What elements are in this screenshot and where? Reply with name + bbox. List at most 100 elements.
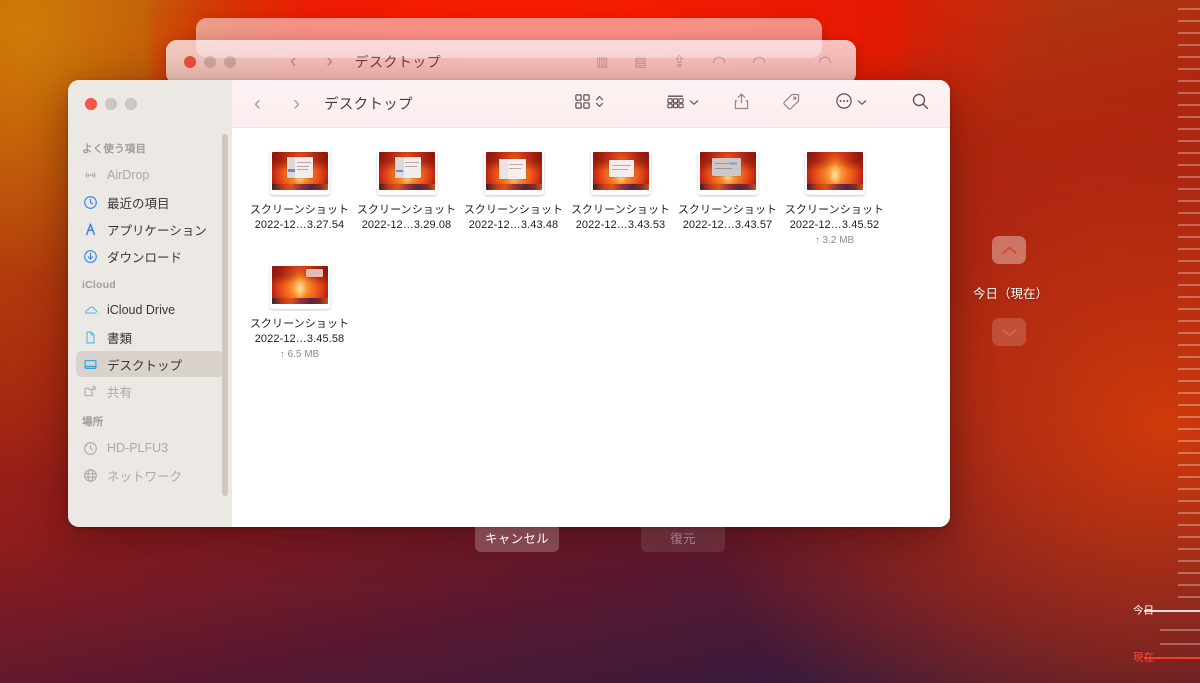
timemachine-current-date: 今日（現在） — [973, 287, 1049, 301]
timeline-tick — [1178, 248, 1200, 250]
timeline-tick — [1178, 92, 1200, 94]
sidebar-item-hd-plfu3[interactable]: HD-PLFU3 — [76, 435, 224, 461]
file-thumbnail — [376, 150, 437, 195]
file-name: スクリーンショット 2022-12…3.45.52 — [784, 204, 885, 231]
sidebar-group-icloud-label: iCloud — [82, 279, 116, 291]
forward-button[interactable]: › — [293, 93, 300, 114]
timeline-tick — [1178, 320, 1200, 322]
ellipsis-circle-icon — [835, 92, 853, 115]
timeline-tick — [1178, 236, 1200, 238]
timemachine-actions: キャンセル 復元 — [0, 522, 1200, 552]
sidebar-item-recents[interactable]: 最近の項目 — [76, 189, 224, 215]
timeline-tick — [1178, 404, 1200, 406]
stacked-nav-arrows: ‹ › — [290, 51, 333, 72]
grid-icon — [574, 93, 591, 115]
tags-button[interactable] — [782, 92, 801, 116]
traffic-lights[interactable] — [85, 98, 137, 110]
timeline-tick — [1178, 380, 1200, 382]
timeline-tick — [1178, 44, 1200, 46]
timeline-tick — [1178, 344, 1200, 346]
sidebar-group-locations-label: 場所 — [82, 416, 104, 428]
page-title: デスクトップ — [324, 97, 413, 113]
timeline-tick — [1178, 536, 1200, 538]
file-item[interactable]: スクリーンショット 2022-12…3.43.53 — [567, 150, 674, 246]
minimize-button — [105, 98, 117, 110]
group-by-button[interactable] — [666, 93, 699, 115]
sidebar-item-shared[interactable]: 共有 — [76, 378, 224, 404]
timeline-tick — [1178, 308, 1200, 310]
more-options-button[interactable] — [835, 92, 867, 115]
timeline-tick — [1178, 116, 1200, 118]
sidebar-item-label: HD-PLFU3 — [107, 441, 169, 455]
timeline-tick — [1178, 548, 1200, 550]
content-pane: ‹ › デスクトップ スクリーンショット 2022-12…3.27.54 スクリ… — [232, 80, 950, 527]
sidebar-item-network[interactable]: ネットワーク — [76, 462, 224, 488]
clock-icon — [82, 194, 99, 211]
sidebar-scroll-area: よく使う項目 AirDrop 最近の項目 アプリケーション ダウンロード iCl… — [68, 128, 232, 527]
zoom-button — [125, 98, 137, 110]
timeline-tick — [1178, 584, 1200, 586]
timemachine-timeline[interactable]: 今日 現在 — [1133, 0, 1200, 683]
timemachine-navigation: 今日（現在） — [973, 236, 1049, 346]
sidebar-item-icloud-drive[interactable]: iCloud Drive — [76, 297, 224, 323]
timeline-tick — [1178, 524, 1200, 526]
timeline-tick — [1178, 464, 1200, 466]
timeline-tick — [1178, 80, 1200, 82]
file-item[interactable]: スクリーンショット 2022-12…3.45.58 ↑ 6.5 MB — [246, 264, 353, 360]
timemachine-next-backup-button[interactable] — [992, 318, 1026, 346]
timeline-tick — [1178, 32, 1200, 34]
timeline-tick — [1178, 176, 1200, 178]
sidebar-item-applications[interactable]: アプリケーション — [76, 216, 224, 242]
sidebar-item-airdrop[interactable]: AirDrop — [76, 162, 224, 188]
timeline-tick — [1178, 296, 1200, 298]
timeline-tick — [1178, 416, 1200, 418]
back-button[interactable]: ‹ — [254, 93, 261, 114]
sidebar-item-label: デスクトップ — [107, 358, 183, 373]
search-button[interactable] — [911, 92, 930, 116]
timeline-tick — [1178, 260, 1200, 262]
share-button[interactable] — [733, 92, 750, 116]
file-item[interactable]: スクリーンショット 2022-12…3.27.54 — [246, 150, 353, 246]
timeline-tick — [1178, 512, 1200, 514]
file-name: スクリーンショット 2022-12…3.45.58 — [249, 318, 350, 345]
timeline-tick — [1178, 452, 1200, 454]
file-item[interactable]: スクリーンショット 2022-12…3.43.48 — [460, 150, 567, 246]
stacked-window-title: デスクトップ — [354, 54, 442, 70]
file-name: スクリーンショット 2022-12…3.43.57 — [677, 204, 778, 231]
timeline-tick — [1178, 128, 1200, 130]
sidebar-item-label: 書類 — [107, 331, 133, 346]
file-thumbnail — [269, 264, 330, 309]
timeline-tick — [1144, 657, 1200, 659]
timeline-tick — [1178, 500, 1200, 502]
sidebar-group-favorites-label: よく使う項目 — [82, 143, 147, 155]
sidebar-item-downloads[interactable]: ダウンロード — [76, 243, 224, 269]
file-name: スクリーンショット 2022-12…3.43.53 — [570, 204, 671, 231]
timeline-tick — [1178, 356, 1200, 358]
file-name: スクリーンショット 2022-12…3.43.48 — [463, 204, 564, 231]
timeline-tick — [1178, 428, 1200, 430]
sidebar-item-label: ネットワーク — [107, 469, 183, 484]
file-item[interactable]: スクリーンショット 2022-12…3.45.52 ↑ 3.2 MB — [781, 150, 888, 246]
toolbar: ‹ › デスクトップ — [232, 80, 950, 128]
sidebar-scrollbar[interactable] — [222, 134, 228, 496]
timeline-tick — [1178, 440, 1200, 442]
group-list-icon — [666, 93, 685, 115]
file-row-1: スクリーンショット 2022-12…3.27.54 スクリーンショット 2022… — [232, 150, 950, 264]
shared-folder-icon — [82, 383, 99, 400]
sidebar-item-label: 共有 — [107, 385, 133, 400]
close-button[interactable] — [85, 98, 97, 110]
share-icon — [733, 92, 750, 116]
tag-icon — [782, 92, 801, 116]
timeline-tick — [1178, 20, 1200, 22]
timemachine-previous-backup-button[interactable] — [992, 236, 1026, 264]
sidebar-item-label: アプリケーション — [107, 223, 207, 238]
file-row-2: スクリーンショット 2022-12…3.45.58 ↑ 6.5 MB — [232, 264, 950, 378]
sidebar-item-documents[interactable]: 書類 — [76, 324, 224, 350]
timemachine-finder-window: よく使う項目 AirDrop 最近の項目 アプリケーション ダウンロード iCl… — [68, 80, 950, 527]
cancel-button[interactable]: キャンセル — [475, 522, 559, 552]
file-item[interactable]: スクリーンショット 2022-12…3.29.08 — [353, 150, 460, 246]
timeline-tick — [1178, 572, 1200, 574]
view-grid-button[interactable] — [574, 93, 604, 115]
file-item[interactable]: スクリーンショット 2022-12…3.43.57 — [674, 150, 781, 246]
sidebar-item-desktop[interactable]: デスクトップ — [76, 351, 224, 377]
